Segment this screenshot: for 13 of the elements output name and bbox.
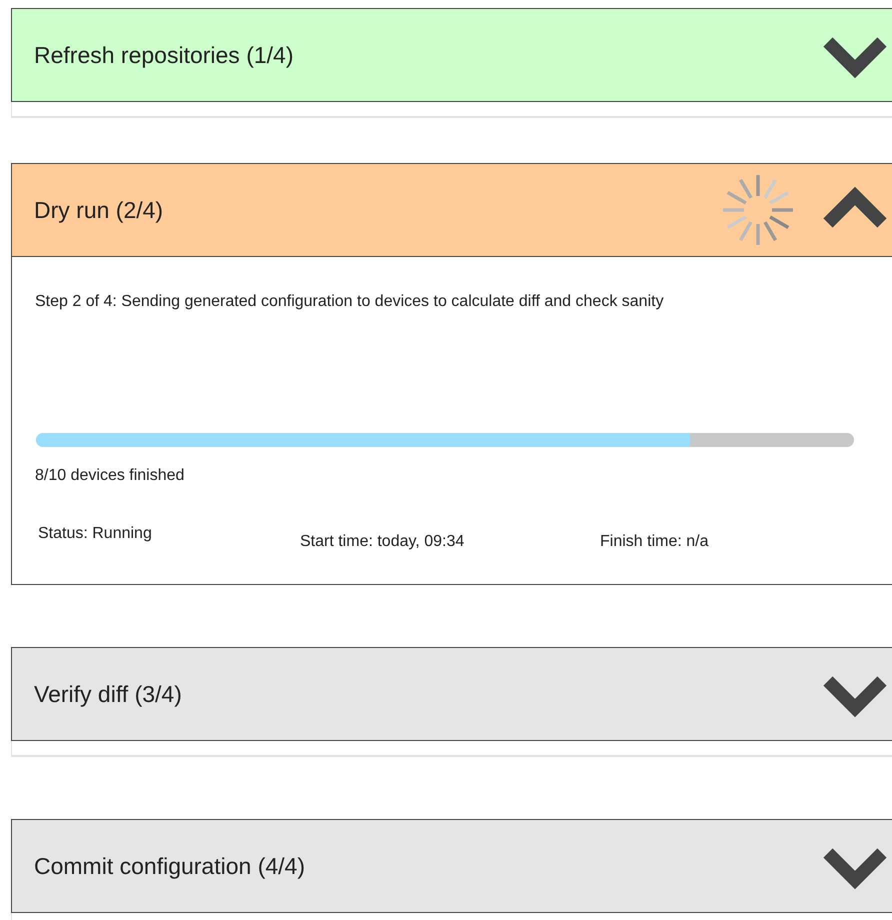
step-title: Dry run (2/4)	[34, 196, 164, 225]
step-header[interactable]: Refresh repositories (1/4)	[11, 8, 892, 102]
step-description: Step 2 of 4: Sending generated configuration to devices to calculate diff and check sanity	[35, 292, 665, 312]
step-header[interactable]: Dry run (2/4)	[11, 163, 892, 257]
step-title: Verify diff (3/4)	[34, 680, 183, 709]
step-title: Commit configuration (4/4)	[34, 852, 306, 881]
step-header[interactable]: Commit configuration (4/4)	[11, 819, 892, 913]
step-header[interactable]: Verify diff (3/4)	[11, 647, 892, 741]
start-time: Start time: today, 09:34	[300, 532, 466, 552]
step-title: Refresh repositories (1/4)	[34, 40, 294, 70]
progress-caption: 8/10 devices finished	[35, 466, 186, 486]
finish-time: Finish time: n/a	[600, 532, 708, 552]
status-text: Status: Running	[38, 524, 153, 544]
